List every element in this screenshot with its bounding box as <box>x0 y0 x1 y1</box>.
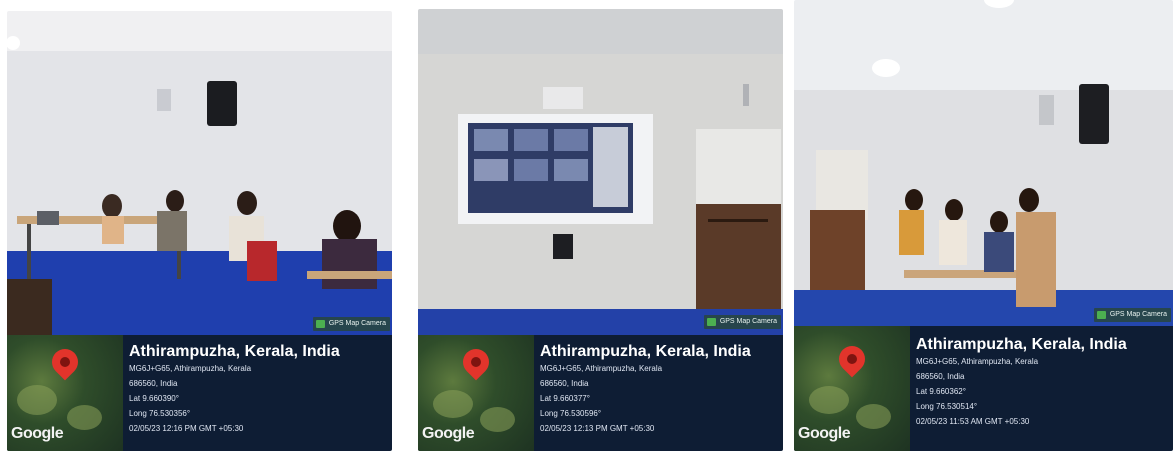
camera-icon <box>1096 311 1106 319</box>
gps-camera-badge: GPS Map Camera <box>312 317 390 331</box>
latitude: Lat 9.660362° <box>916 387 966 396</box>
camera-icon <box>315 320 325 328</box>
map-pin-icon <box>46 343 84 381</box>
place-name: Athirampuzha, Kerala, India <box>540 343 751 360</box>
address-line: MG6J+G65, Athirampuzha, Kerala <box>916 357 1039 366</box>
geotag-panel: Google Athirampuzha, Kerala, India MG6J+… <box>418 335 783 451</box>
place-name: Athirampuzha, Kerala, India <box>129 343 340 360</box>
address-line: MG6J+G65, Athirampuzha, Kerala <box>540 364 663 373</box>
map-thumbnail: Google <box>7 335 123 451</box>
geotag-panel: Google Athirampuzha, Kerala, India MG6J+… <box>794 326 1173 451</box>
latitude: Lat 9.660377° <box>540 394 590 403</box>
gps-camera-badge: GPS Map Camera <box>703 315 781 329</box>
google-logo: Google <box>11 425 64 442</box>
google-logo: Google <box>422 425 475 442</box>
photo-classroom-desks: GPS Map Camera Google Athirampuzha, Kera… <box>7 11 392 451</box>
location-info: Athirampuzha, Kerala, India MG6J+G65, At… <box>916 336 1169 429</box>
timestamp: 02/05/23 11:53 AM GMT +05:30 <box>916 417 1030 426</box>
photo-group-at-table: GPS Map Camera Google Athirampuzha, Kera… <box>794 0 1173 451</box>
longitude: Long 76.530514° <box>916 402 978 411</box>
geotag-panel: Google Athirampuzha, Kerala, India MG6J+… <box>7 335 392 451</box>
latitude: Lat 9.660390° <box>129 394 179 403</box>
camera-icon <box>706 318 716 326</box>
longitude: Long 76.530356° <box>129 409 191 418</box>
address-line: 686560, India <box>916 372 965 381</box>
location-info: Athirampuzha, Kerala, India MG6J+G65, At… <box>129 343 388 436</box>
address-line: 686560, India <box>129 379 178 388</box>
photo-projector-screen: GPS Map Camera Google Athirampuzha, Kera… <box>418 9 783 451</box>
google-logo: Google <box>798 425 851 442</box>
gps-camera-badge: GPS Map Camera <box>1093 308 1171 322</box>
map-thumbnail: Google <box>794 326 910 451</box>
longitude: Long 76.530596° <box>540 409 602 418</box>
timestamp: 02/05/23 12:13 PM GMT +05:30 <box>540 424 655 433</box>
location-info: Athirampuzha, Kerala, India MG6J+G65, At… <box>540 343 779 436</box>
address-line: MG6J+G65, Athirampuzha, Kerala <box>129 364 252 373</box>
address-line: 686560, India <box>540 379 589 388</box>
map-pin-icon <box>833 340 871 378</box>
timestamp: 02/05/23 12:16 PM GMT +05:30 <box>129 424 244 433</box>
place-name: Athirampuzha, Kerala, India <box>916 336 1127 353</box>
map-pin-icon <box>457 343 495 381</box>
map-thumbnail: Google <box>418 335 534 451</box>
